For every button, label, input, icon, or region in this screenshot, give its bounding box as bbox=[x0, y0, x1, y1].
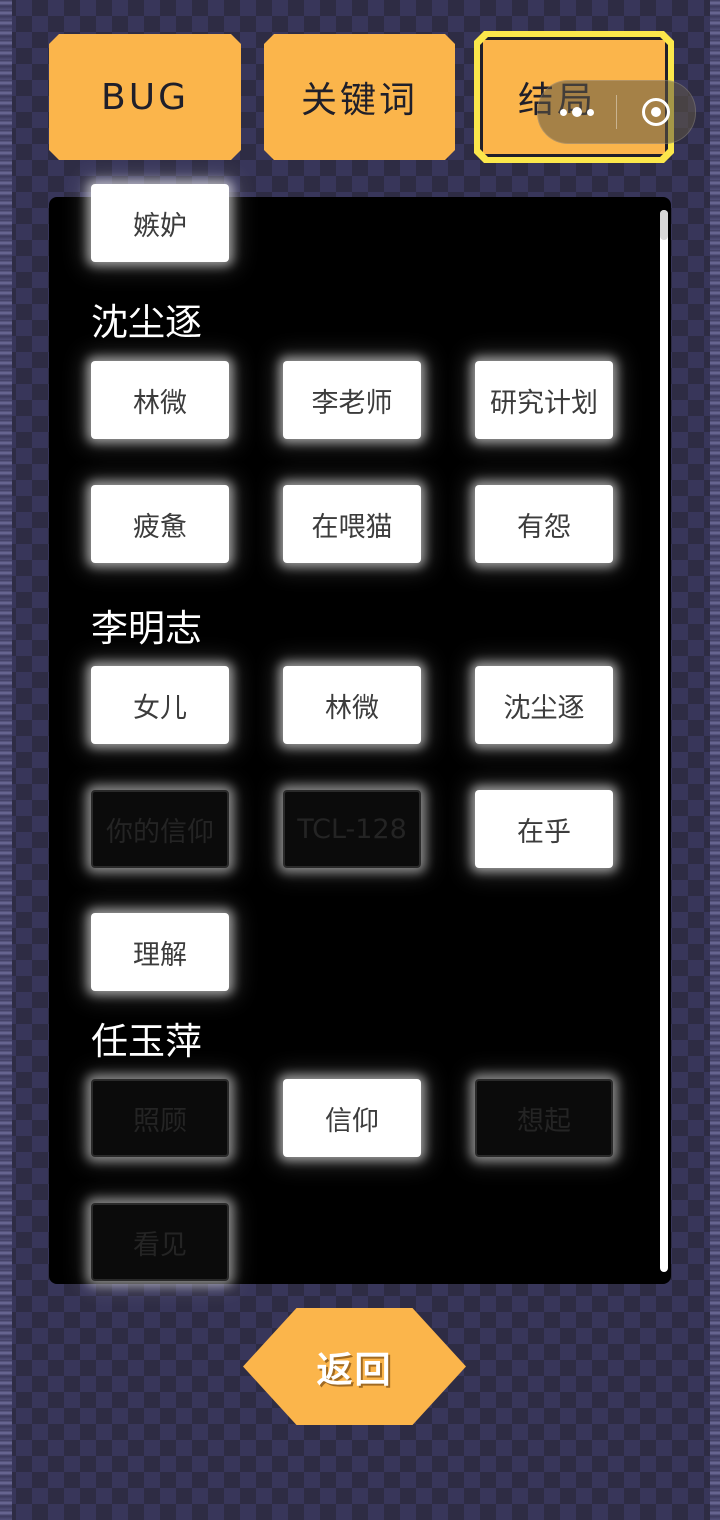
tab-bug-label: BUG bbox=[101, 76, 189, 118]
tab-keywords-label: 关键词 bbox=[300, 80, 418, 121]
keyword-chip[interactable]: 研究计划 bbox=[475, 361, 613, 439]
keyword-chip[interactable]: 嫉妒 bbox=[91, 184, 229, 262]
keyword-chip-locked[interactable]: 你的信仰 bbox=[91, 790, 229, 868]
keyword-chip-label: 林微 bbox=[133, 387, 187, 419]
keyword-chip-locked[interactable]: 想起 bbox=[475, 1079, 613, 1157]
character-heading: 沈尘逐 bbox=[91, 301, 202, 344]
keyword-chip-label: 信仰 bbox=[325, 1105, 379, 1137]
back-button[interactable]: 返回 bbox=[243, 1308, 466, 1425]
keyword-chip-label: 在喂猫 bbox=[311, 511, 393, 543]
keyword-chip[interactable]: 女儿 bbox=[91, 666, 229, 744]
keyword-chip-label: 在乎 bbox=[517, 816, 571, 848]
more-dots-icon[interactable] bbox=[538, 107, 616, 117]
left-border-strip bbox=[0, 0, 12, 1520]
keyword-chip-label: 沈尘逐 bbox=[503, 692, 585, 724]
keyword-chip[interactable]: 有怨 bbox=[475, 485, 613, 563]
keyword-chip-locked[interactable]: 看见 bbox=[91, 1203, 229, 1281]
miniprogram-capsule bbox=[537, 80, 696, 144]
keyword-chip-label: 疲惫 bbox=[133, 511, 187, 543]
keyword-chip-label: 有怨 bbox=[517, 511, 571, 543]
right-border-strip bbox=[710, 0, 720, 1520]
keyword-chip[interactable]: 林微 bbox=[283, 666, 421, 744]
scrollbar-thumb[interactable] bbox=[660, 210, 668, 240]
keyword-chip-label: 理解 bbox=[133, 939, 187, 971]
keyword-chip-label: 嫉妒 bbox=[133, 210, 187, 242]
tab-keywords[interactable]: 关键词 bbox=[264, 34, 455, 160]
keyword-chip[interactable]: 疲惫 bbox=[91, 485, 229, 563]
tab-bug[interactable]: BUG bbox=[49, 34, 241, 160]
keyword-chip-label: 你的信仰 bbox=[106, 816, 214, 848]
keyword-chip-label: 女儿 bbox=[133, 692, 187, 724]
keyword-chip-label: 照顾 bbox=[133, 1105, 187, 1137]
keyword-chip-label: TCL-128 bbox=[297, 813, 407, 845]
keyword-chip-label: 林微 bbox=[325, 692, 379, 724]
keyword-chip[interactable]: 在喂猫 bbox=[283, 485, 421, 563]
character-heading: 李明志 bbox=[91, 607, 202, 650]
keyword-chip-label: 想起 bbox=[517, 1105, 571, 1137]
keyword-chip[interactable]: 沈尘逐 bbox=[475, 666, 613, 744]
keyword-chip-label: 研究计划 bbox=[490, 387, 598, 419]
keyword-chip[interactable]: 林微 bbox=[91, 361, 229, 439]
keyword-chip-locked[interactable]: TCL-128 bbox=[283, 790, 421, 868]
keyword-chip-label: 看见 bbox=[133, 1229, 187, 1261]
keyword-chip[interactable]: 李老师 bbox=[283, 361, 421, 439]
keyword-chip-locked[interactable]: 照顾 bbox=[91, 1079, 229, 1157]
keyword-chip[interactable]: 理解 bbox=[91, 913, 229, 991]
character-heading: 任玉萍 bbox=[91, 1020, 202, 1063]
back-button-label: 返回 bbox=[316, 1349, 393, 1391]
keyword-chip[interactable]: 信仰 bbox=[283, 1079, 421, 1157]
keyword-chip[interactable]: 在乎 bbox=[475, 790, 613, 868]
panel-scrollbar[interactable] bbox=[660, 210, 668, 1272]
keyword-chip-label: 李老师 bbox=[311, 387, 393, 419]
target-circle-icon[interactable] bbox=[617, 98, 695, 126]
